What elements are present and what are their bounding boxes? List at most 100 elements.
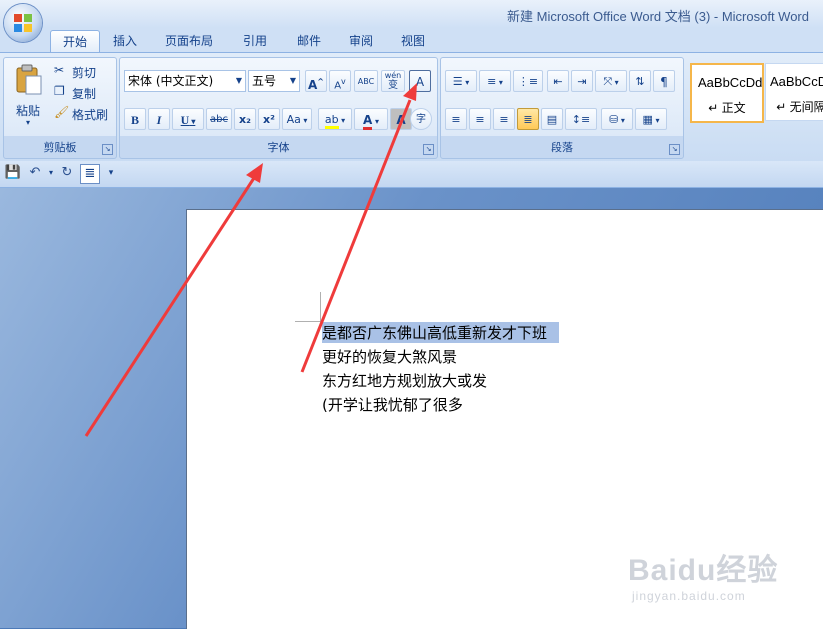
document-line[interactable]: 东方红地方规划放大或发 xyxy=(322,370,487,391)
copy-icon: ❐ xyxy=(54,84,65,98)
format-painter-label: 格式刷 xyxy=(72,108,109,122)
character-border-icon: A xyxy=(415,75,425,89)
numbering-button[interactable]: ≡ ▾ xyxy=(479,70,511,92)
sort-button[interactable]: ⇅ xyxy=(629,70,651,92)
asian-layout-icon: ⤧ xyxy=(603,75,613,88)
justify-icon: ≣ xyxy=(523,113,533,126)
chevron-down-icon: ▼ xyxy=(289,76,296,85)
style-no-spacing[interactable]: AaBbCcDd ↵ 无间隔 xyxy=(765,63,823,121)
font-group: 宋体 (中文正文) ▼ 五号 ▼ A^ Av ABC wén 变 A B I U… xyxy=(119,57,438,159)
phonetic-guide-button[interactable]: wén 变 xyxy=(381,70,405,92)
document-line-selected[interactable]: 是都否广东佛山高低重新发才下班 xyxy=(322,322,560,343)
tab-home[interactable]: 开始 xyxy=(50,30,100,53)
paint-bucket-icon: ⛁ xyxy=(609,113,619,126)
paragraph-launcher-icon[interactable]: ↘ xyxy=(669,144,680,155)
asian-layout-button[interactable]: ⤧ ▾ xyxy=(595,70,627,92)
decrease-indent-icon: ⇤ xyxy=(553,75,563,88)
ribbon-tabs: 开始 插入 页面布局 引用 邮件 审阅 视图 xyxy=(0,28,823,53)
chevron-down-icon: ▼ xyxy=(235,76,242,85)
tab-insert[interactable]: 插入 xyxy=(103,30,147,52)
distributed-button[interactable]: ▤ xyxy=(541,108,563,130)
font-color-button[interactable]: A ▾ xyxy=(354,108,388,130)
subscript-button[interactable]: x₂ xyxy=(234,108,256,130)
clipboard-launcher-icon[interactable]: ↘ xyxy=(102,144,113,155)
clear-format-icon: ABC xyxy=(357,77,375,86)
character-shading-icon: A xyxy=(396,113,406,127)
watermark: Baidu经验 jingyan.baidu.com xyxy=(628,545,778,603)
phonetic-guide-icon: wén xyxy=(384,71,402,80)
character-shading-button[interactable]: A xyxy=(390,108,412,130)
justify-qat-icon[interactable]: ≣ xyxy=(80,164,100,184)
tab-page-layout[interactable]: 页面布局 xyxy=(155,30,223,52)
enclose-characters-icon: 字 xyxy=(416,114,426,125)
tab-references[interactable]: 引用 xyxy=(233,30,277,52)
document-line[interactable]: (开学让我忧郁了很多 xyxy=(322,394,463,415)
increase-indent-button[interactable]: ⇥ xyxy=(571,70,593,92)
strikethrough-button[interactable]: abc xyxy=(206,108,232,130)
shading-button[interactable]: ⛁ ▾ xyxy=(601,108,633,130)
tab-review[interactable]: 审阅 xyxy=(339,30,383,52)
title-bar: 新建 Microsoft Office Word 文档 (3) - Micros… xyxy=(0,0,823,28)
cut-label: 剪切 xyxy=(72,66,97,80)
window-title: 新建 Microsoft Office Word 文档 (3) - Micros… xyxy=(507,9,809,24)
redo-icon[interactable]: ↻ xyxy=(58,164,76,182)
underline-button[interactable]: U ▾ xyxy=(172,108,204,130)
font-name-combo[interactable]: 宋体 (中文正文) ▼ xyxy=(124,70,246,92)
align-center-button[interactable]: ≡ xyxy=(469,108,491,130)
character-border-button[interactable]: A xyxy=(409,70,431,92)
tab-view[interactable]: 视图 xyxy=(391,30,435,52)
paragraph-group: ☰ ▾ ≡ ▾ ⋮≡ ⇤ ⇥ ⤧ ▾ ⇅ ¶ ≡ ≡ ≡ ≣ ▤ ↕≡ ⛁ ▾ … xyxy=(440,57,684,159)
show-marks-button[interactable]: ¶ xyxy=(653,70,675,92)
paragraph-group-label: 段落 xyxy=(551,141,573,154)
line-spacing-button[interactable]: ↕≡ xyxy=(565,108,597,130)
border-grid-icon: ▦ xyxy=(642,113,653,126)
watermark-logo: Baidu经验 xyxy=(628,554,779,587)
style-normal-name: ↵ 正文 xyxy=(708,101,746,115)
cut-button[interactable]: ✂ 剪切 xyxy=(52,62,112,80)
document-line[interactable]: 更好的恢复大煞风景 xyxy=(322,346,457,367)
style-normal[interactable]: AaBbCcDd ↵ 正文 xyxy=(690,63,764,123)
office-button[interactable] xyxy=(4,4,42,42)
font-color-icon: A xyxy=(362,113,373,130)
superscript-button[interactable]: x² xyxy=(258,108,280,130)
line-spacing-icon: ↕≡ xyxy=(571,113,591,126)
justify-button[interactable]: ≣ xyxy=(517,108,539,130)
highlighter-icon: ab xyxy=(324,113,339,129)
tab-mailings[interactable]: 邮件 xyxy=(287,30,331,52)
paste-button[interactable]: 粘贴 ▾ xyxy=(8,62,48,132)
clipboard-group: 粘贴 ▾ ✂ 剪切 ❐ 复制 🖌 格式刷 剪贴板 ↘ xyxy=(3,57,117,159)
enclose-characters-button[interactable]: 字 xyxy=(410,108,432,130)
grow-font-button[interactable]: A^ xyxy=(305,70,327,92)
align-right-button[interactable]: ≡ xyxy=(493,108,515,130)
change-case-button[interactable]: Aa ▾ xyxy=(282,108,312,130)
font-name-value: 宋体 (中文正文) xyxy=(128,74,214,88)
copy-button[interactable]: ❐ 复制 xyxy=(52,83,112,101)
font-launcher-icon[interactable]: ↘ xyxy=(423,144,434,155)
grow-font-icon: A xyxy=(308,78,318,92)
paragraph-mark-icon: ¶ xyxy=(660,75,668,89)
sort-icon: ⇅ xyxy=(635,75,645,88)
bold-button[interactable]: B xyxy=(124,108,146,130)
italic-button[interactable]: I xyxy=(148,108,170,130)
decrease-indent-button[interactable]: ⇤ xyxy=(547,70,569,92)
align-left-button[interactable]: ≡ xyxy=(445,108,467,130)
customize-qat-icon[interactable]: ▾ xyxy=(102,164,120,182)
format-painter-button[interactable]: 🖌 格式刷 xyxy=(52,104,114,122)
save-icon[interactable]: 💾 xyxy=(4,164,22,182)
borders-button[interactable]: ▦ ▾ xyxy=(635,108,667,130)
bold-icon: B xyxy=(130,113,139,127)
multilevel-list-button[interactable]: ⋮≡ xyxy=(513,70,543,92)
align-center-icon: ≡ xyxy=(475,113,485,126)
watermark-url: jingyan.baidu.com xyxy=(632,589,746,603)
font-size-combo[interactable]: 五号 ▼ xyxy=(248,70,300,92)
format-painter-icon: 🖌 xyxy=(54,105,70,119)
text-highlight-button[interactable]: ab ▾ xyxy=(318,108,352,130)
shrink-font-button[interactable]: Av xyxy=(329,70,351,92)
change-case-icon: Aa xyxy=(286,113,301,126)
bullets-button[interactable]: ☰ ▾ xyxy=(445,70,477,92)
crop-mark xyxy=(320,292,321,322)
clear-format-button[interactable]: ABC xyxy=(354,70,378,92)
italic-icon: I xyxy=(156,113,162,127)
paste-label: 粘贴 xyxy=(16,104,41,118)
ribbon: 粘贴 ▾ ✂ 剪切 ❐ 复制 🖌 格式刷 剪贴板 ↘ 宋体 (中文正文) ▼ 五… xyxy=(0,52,823,162)
